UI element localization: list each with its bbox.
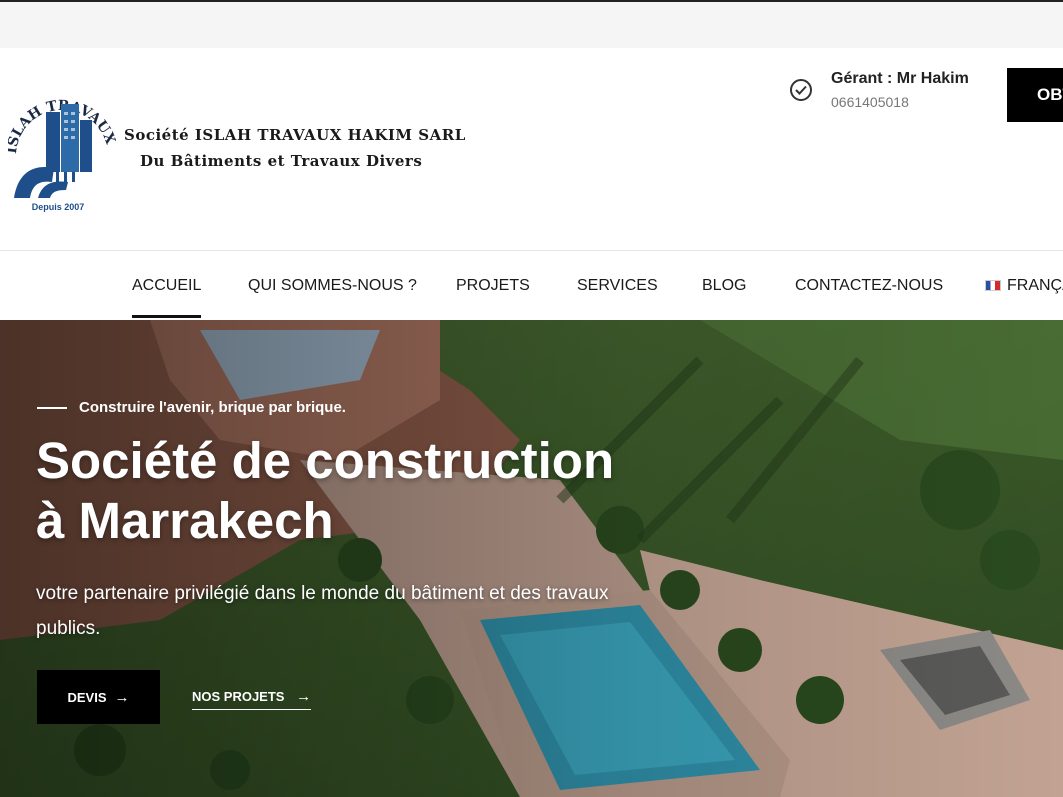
nos-projets-label: NOS PROJETS — [192, 689, 285, 704]
check-circle-icon — [790, 79, 812, 101]
browser-top-strip — [0, 0, 1063, 48]
france-flag-icon — [985, 280, 1001, 291]
hero-title-line-2: à Marrakech — [36, 492, 334, 549]
company-line-2: Du Bâtiments et Travaux Divers — [140, 152, 423, 170]
arrow-right-icon: → — [114, 688, 130, 706]
main-navigation: ACCUEIL QUI SOMMES-NOUS ? PROJETS SERVIC… — [0, 251, 1063, 320]
hero-title-line-1: Société de construction — [36, 432, 615, 489]
devis-button-label: DEVIS — [67, 689, 107, 705]
language-label: FRANÇA — [1007, 276, 1063, 294]
nos-projets-link[interactable]: NOS PROJETS → — [192, 688, 312, 710]
nav-item-qui-sommes-nous[interactable]: QUI SOMMES-NOUS ? — [248, 251, 417, 320]
company-logo[interactable]: ISLAH TRAVAUX HAKIM Depuis 2007 — [0, 74, 119, 214]
nav-item-contactez-nous[interactable]: CONTACTEZ-NOUS — [795, 251, 943, 320]
quote-cta-button[interactable]: OBT — [1007, 68, 1063, 122]
manager-contact: Gérant : Mr Hakim 0661405018 — [790, 68, 969, 110]
nav-item-services[interactable]: SERVICES — [577, 251, 658, 320]
devis-button[interactable]: DEVIS → — [37, 670, 160, 724]
hero-tagline: Construire l'avenir, brique par brique. — [37, 399, 346, 416]
site-header: ISLAH TRAVAUX HAKIM Depuis 2007 Société … — [0, 48, 1063, 251]
nav-item-blog[interactable]: BLOG — [702, 251, 746, 320]
nav-item-accueil[interactable]: ACCUEIL — [132, 251, 202, 320]
hero-description: votre partenaire privilégié dans le mond… — [36, 583, 609, 639]
hero-title: Société de construction à Marrakech — [36, 431, 614, 551]
manager-name: Gérant : Mr Hakim — [831, 70, 969, 87]
company-line-1: Société ISLAH TRAVAUX HAKIM SARL — [124, 126, 466, 144]
tagline-dash — [37, 406, 67, 409]
arrow-right-icon: → — [296, 688, 312, 705]
nav-item-language[interactable]: FRANÇA — [985, 251, 1063, 320]
company-name: Société ISLAH TRAVAUX HAKIM SARL Du Bâti… — [124, 126, 466, 170]
nav-item-projets[interactable]: PROJETS — [456, 251, 530, 320]
logo-since-text: Depuis 2007 — [32, 202, 85, 212]
manager-phone[interactable]: 0661405018 — [831, 94, 969, 110]
hero-section: Construire l'avenir, brique par brique. … — [0, 320, 1063, 797]
hero-background-image — [0, 320, 1063, 797]
logo-icon: ISLAH TRAVAUX HAKIM Depuis 2007 — [0, 74, 119, 212]
hero-tagline-text: Construire l'avenir, brique par brique. — [79, 399, 346, 416]
